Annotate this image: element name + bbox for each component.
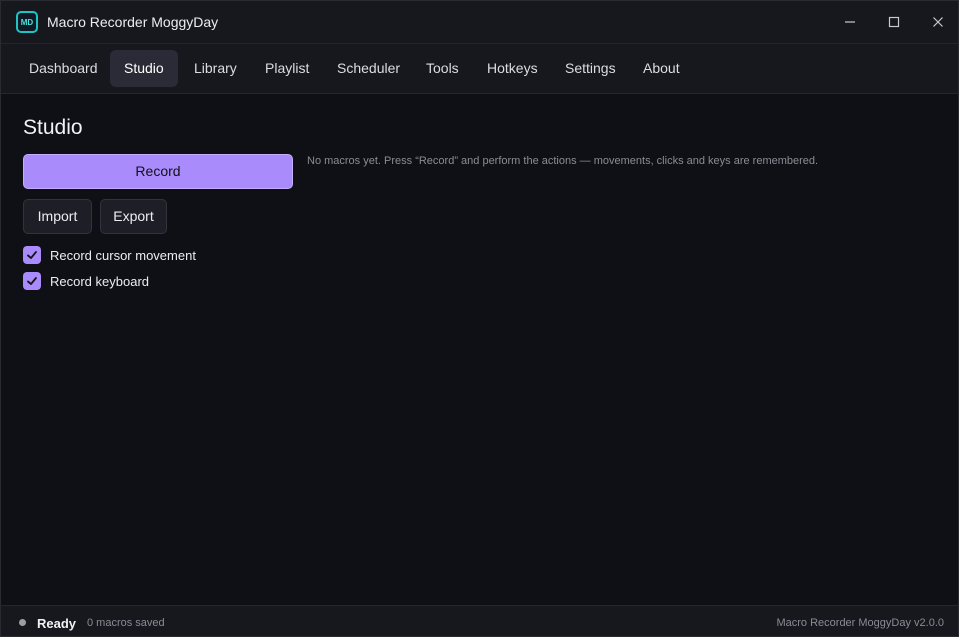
title-bar[interactable]: MD Macro Recorder MoggyDay — [1, 1, 958, 43]
tab-library[interactable]: Library — [180, 50, 251, 87]
empty-macros-message: No macros yet. Press “Record” and perfor… — [307, 155, 819, 167]
nav-bar: Dashboard Studio Library Playlist Schedu… — [1, 43, 958, 94]
macro-count: 0 macros saved — [87, 617, 165, 629]
checkmark-icon — [27, 251, 37, 259]
close-button[interactable] — [915, 1, 959, 43]
app-title: Macro Recorder MoggyDay — [47, 14, 219, 30]
tab-scheduler[interactable]: Scheduler — [323, 50, 414, 87]
tab-playlist[interactable]: Playlist — [251, 50, 323, 87]
record-keyboard-label: Record keyboard — [50, 273, 149, 289]
page-title: Studio — [23, 116, 83, 139]
tab-hotkeys[interactable]: Hotkeys — [473, 50, 552, 87]
export-button[interactable]: Export — [100, 199, 167, 234]
app-version: Macro Recorder MoggyDay v2.0.0 — [776, 617, 944, 629]
minimize-button[interactable] — [827, 1, 873, 43]
app-logo-icon: MD — [16, 11, 38, 33]
record-cursor-checkbox[interactable] — [23, 246, 41, 264]
record-keyboard-option[interactable]: Record keyboard — [23, 272, 149, 290]
maximize-icon — [888, 16, 900, 28]
maximize-button[interactable] — [871, 1, 917, 43]
tab-tools[interactable]: Tools — [412, 50, 473, 87]
tab-about[interactable]: About — [629, 50, 694, 87]
record-keyboard-checkbox[interactable] — [23, 272, 41, 290]
import-button[interactable]: Import — [23, 199, 92, 234]
checkmark-icon — [27, 277, 37, 285]
status-bar: Ready 0 macros saved Macro Recorder Mogg… — [1, 605, 958, 636]
status-dot-icon — [19, 619, 26, 626]
tab-settings[interactable]: Settings — [551, 50, 630, 87]
record-cursor-label: Record cursor movement — [50, 247, 196, 263]
tab-dashboard[interactable]: Dashboard — [15, 50, 112, 87]
tab-studio[interactable]: Studio — [110, 50, 178, 87]
record-cursor-option[interactable]: Record cursor movement — [23, 246, 196, 264]
record-button[interactable]: Record — [23, 154, 293, 189]
app-window: MD Macro Recorder MoggyDay Dashboard Stu… — [0, 0, 959, 637]
status-text: Ready — [37, 616, 77, 631]
close-icon — [933, 17, 943, 27]
minimize-icon — [845, 21, 855, 23]
